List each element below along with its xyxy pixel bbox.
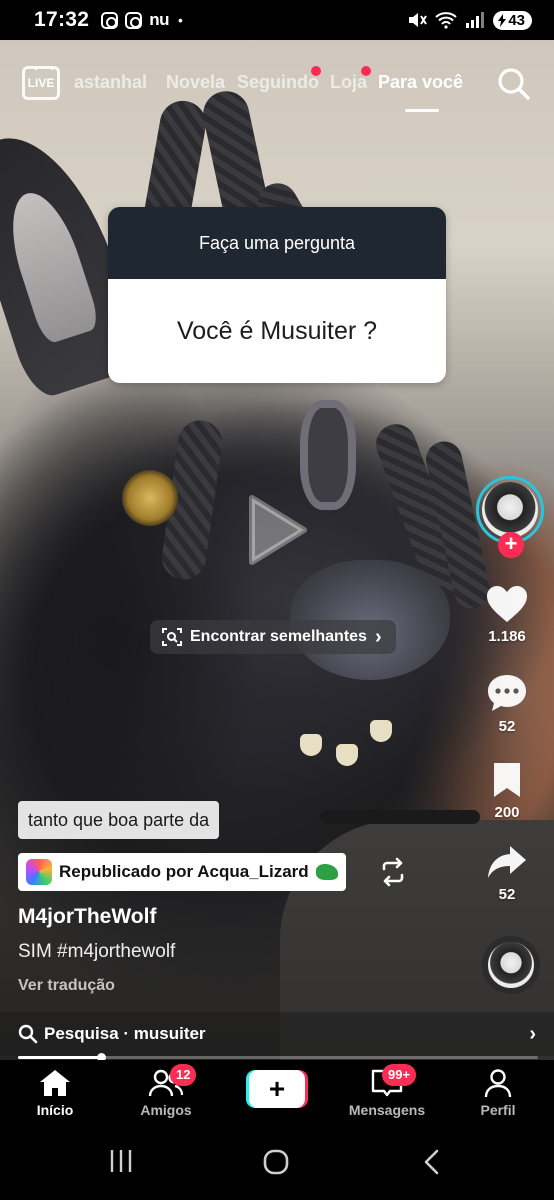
more-notifications-dot: •	[178, 12, 183, 28]
search-suggestion-label: Pesquisa · musuiter	[44, 1024, 206, 1043]
bottom-nav: Início Amigos 12 + Mensagens 99+ Perfil	[0, 1060, 554, 1132]
home-button-icon[interactable]	[262, 1148, 290, 1176]
nav-friends-label: Amigos	[140, 1102, 192, 1118]
avatar	[482, 482, 538, 538]
save-button[interactable]: 200	[460, 760, 554, 821]
create-button[interactable]: +	[246, 1070, 308, 1108]
active-tab-indicator	[405, 109, 439, 112]
signal-icon	[466, 12, 485, 28]
home-icon	[40, 1070, 70, 1096]
like-count: 1.186	[488, 628, 526, 645]
sound-disc[interactable]	[482, 936, 540, 994]
heart-icon	[487, 586, 527, 622]
nav-profile-label: Perfil	[480, 1102, 516, 1118]
reposter-avatar	[26, 859, 52, 885]
video-progress-fill	[18, 1056, 102, 1059]
search-icon	[18, 1024, 38, 1044]
chevron-right-icon: ›	[529, 1022, 536, 1045]
share-arrow-icon	[488, 846, 526, 878]
status-time: 17:32	[34, 8, 90, 31]
visual-search-icon	[162, 628, 182, 646]
instagram-icon	[125, 11, 143, 29]
nav-profile[interactable]: Perfil	[453, 1068, 543, 1118]
question-sticker[interactable]: Faça uma pergunta Você é Musuiter ?	[108, 207, 446, 383]
comment-button[interactable]: 52	[460, 672, 554, 735]
question-sticker-header: Faça uma pergunta	[108, 207, 446, 279]
charging-bolt-icon	[498, 13, 507, 27]
share-button[interactable]: 52	[460, 842, 554, 903]
battery-indicator: 43	[493, 10, 532, 30]
repost-label: Republicado por Acqua_Lizard	[59, 862, 309, 881]
profile-icon	[484, 1069, 512, 1098]
search-suggestion-bar[interactable]: Pesquisa · musuiter ›	[0, 1012, 554, 1056]
collar	[320, 810, 480, 824]
back-icon[interactable]	[420, 1148, 444, 1176]
post-description: SIM #m4jorthewolf	[18, 941, 176, 962]
save-count: 200	[494, 804, 520, 821]
fursuit-teeth	[300, 720, 420, 766]
chevron-right-icon: ›	[374, 625, 382, 648]
nav-home-label: Início	[36, 1102, 74, 1118]
follow-button[interactable]: +	[498, 532, 524, 558]
tab-shop-dot	[361, 66, 371, 76]
nubank-icon: nu	[149, 10, 169, 29]
friends-badge: 12	[170, 1064, 197, 1086]
instagram-icon	[101, 11, 119, 29]
comment-icon	[488, 675, 526, 711]
wifi-icon	[435, 12, 457, 29]
tab-astanhal[interactable]: astanhal	[74, 72, 147, 93]
question-sticker-text: Você é Musuiter ?	[108, 279, 446, 383]
tab-novela[interactable]: Novela	[166, 72, 225, 93]
notification-icons: nu •	[101, 10, 183, 30]
repost-banner[interactable]: Republicado por Acqua_Lizard	[18, 853, 346, 891]
repost-icon[interactable]	[378, 857, 408, 887]
live-icon[interactable]: LIVE	[22, 66, 60, 100]
tab-following-dot	[311, 66, 321, 76]
fursuit-eye-right	[300, 400, 356, 510]
fursuit-eye	[122, 470, 178, 526]
crocodile-emoji-icon	[315, 864, 338, 880]
tab-for-you[interactable]: Para você	[378, 72, 463, 93]
status-bar: 17:32 nu • 43	[0, 0, 554, 40]
like-button[interactable]: 1.186	[460, 584, 554, 645]
bookmark-icon	[494, 763, 520, 797]
play-icon[interactable]	[248, 494, 308, 566]
nav-inbox-label: Mensagens	[348, 1102, 426, 1118]
tab-following[interactable]: Seguindo	[237, 72, 319, 93]
share-count: 52	[498, 886, 516, 903]
top-nav: LIVE astanhal Novela Seguindo Loja Para …	[0, 64, 554, 112]
comment-count: 52	[498, 718, 516, 735]
system-nav	[0, 1132, 554, 1200]
inbox-badge: 99+	[382, 1064, 417, 1086]
nav-home[interactable]: Início	[10, 1068, 100, 1118]
battery-level: 43	[508, 11, 525, 29]
recent-apps-icon[interactable]	[108, 1148, 134, 1174]
tab-shop[interactable]: Loja	[330, 72, 367, 93]
nav-friends[interactable]: Amigos	[121, 1068, 211, 1118]
video-caption-text: tanto que boa parte da	[18, 801, 220, 839]
mute-icon	[409, 13, 428, 27]
find-similar-button[interactable]: Encontrar semelhantes ›	[150, 620, 396, 654]
system-icons: 43	[407, 10, 532, 30]
creator-username[interactable]: M4jorTheWolf	[18, 905, 156, 929]
video-progress-bar[interactable]	[18, 1053, 538, 1062]
plus-icon: +	[249, 1070, 305, 1108]
find-similar-label: Encontrar semelhantes	[190, 628, 367, 645]
see-translation-link[interactable]: Ver tradução	[18, 977, 115, 995]
search-icon[interactable]	[496, 66, 532, 102]
